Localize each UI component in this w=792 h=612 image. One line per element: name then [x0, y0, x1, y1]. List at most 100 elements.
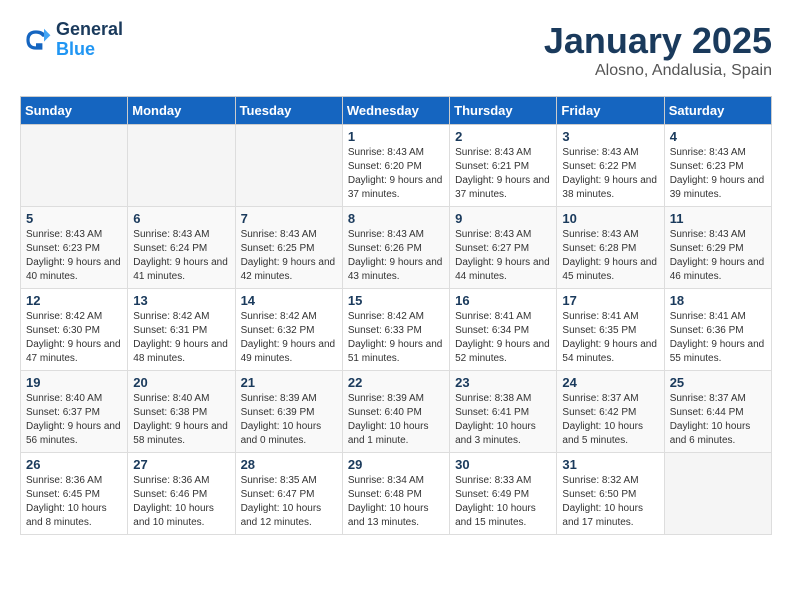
calendar-week-row: 1 Sunrise: 8:43 AM Sunset: 6:20 PM Daylig…	[21, 125, 772, 207]
day-info: Sunrise: 8:43 AM Sunset: 6:20 PM Dayligh…	[348, 146, 444, 202]
day-info: Sunrise: 8:42 AM Sunset: 6:31 PM Dayligh…	[133, 310, 229, 366]
day-number: 20	[133, 375, 229, 390]
calendar-day-cell: 2Sunrise: 8:43 AM Sunset: 6:21 PM Daylig…	[450, 125, 557, 207]
calendar-day-cell: 12Sunrise: 8:42 AM Sunset: 6:30 PM Dayli…	[21, 289, 128, 371]
day-info: Sunrise: 8:43 AM Sunset: 6:22 PM Dayligh…	[562, 146, 658, 202]
calendar-day-cell: 10 Sunrise: 8:43 AM Sunset: 6:28 PM Dayli…	[557, 207, 664, 289]
day-number: 27	[133, 457, 229, 472]
calendar-empty-cell	[235, 125, 342, 207]
weekday-header-friday: Friday	[557, 97, 664, 125]
day-number: 21	[241, 375, 337, 390]
day-info: Sunrise: 8:40 AM Sunset: 6:37 PM Dayligh…	[26, 392, 122, 448]
day-info: Sunrise: 8:43 AM Sunset: 6:23 PM Dayligh…	[670, 146, 766, 202]
day-info: Sunrise: 8:37 AM Sunset: 6:42 PM Dayligh…	[562, 392, 658, 448]
calendar-day-cell: 1 Sunrise: 8:43 AM Sunset: 6:20 PM Daylig…	[342, 125, 449, 207]
day-number: 24	[562, 375, 658, 390]
day-info: Sunrise: 8:38 AM Sunset: 6:41 PM Dayligh…	[455, 392, 551, 448]
day-number: 25	[670, 375, 766, 390]
calendar-day-cell: 4 Sunrise: 8:43 AM Sunset: 6:23 PM Daylig…	[664, 125, 771, 207]
day-info: Sunrise: 8:41 AM Sunset: 6:36 PM Dayligh…	[670, 310, 766, 366]
day-number: 9	[455, 211, 551, 226]
day-info: Sunrise: 8:33 AM Sunset: 6:49 PM Dayligh…	[455, 474, 551, 530]
calendar-day-cell: 13 Sunrise: 8:42 AM Sunset: 6:31 PM Dayli…	[128, 289, 235, 371]
calendar-week-row: 5Sunrise: 8:43 AM Sunset: 6:23 PM Daylig…	[21, 207, 772, 289]
day-info: Sunrise: 8:42 AM Sunset: 6:33 PM Dayligh…	[348, 310, 444, 366]
day-number: 23	[455, 375, 551, 390]
day-number: 16	[455, 293, 551, 308]
calendar-day-cell: 21 Sunrise: 8:39 AM Sunset: 6:39 PM Dayli…	[235, 371, 342, 453]
title-block: January 2025 Alosno, Andalusia, Spain	[544, 20, 772, 80]
calendar-day-cell: 11Sunrise: 8:43 AM Sunset: 6:29 PM Dayli…	[664, 207, 771, 289]
calendar-day-cell: 17 Sunrise: 8:41 AM Sunset: 6:35 PM Dayli…	[557, 289, 664, 371]
day-number: 29	[348, 457, 444, 472]
day-number: 5	[26, 211, 122, 226]
day-info: Sunrise: 8:43 AM Sunset: 6:25 PM Dayligh…	[241, 228, 337, 284]
day-number: 17	[562, 293, 658, 308]
day-info: Sunrise: 8:41 AM Sunset: 6:34 PM Dayligh…	[455, 310, 551, 366]
weekday-header-thursday: Thursday	[450, 97, 557, 125]
calendar-day-cell: 24 Sunrise: 8:37 AM Sunset: 6:42 PM Dayli…	[557, 371, 664, 453]
calendar-day-cell: 25Sunrise: 8:37 AM Sunset: 6:44 PM Dayli…	[664, 371, 771, 453]
day-info: Sunrise: 8:35 AM Sunset: 6:47 PM Dayligh…	[241, 474, 337, 530]
day-info: Sunrise: 8:43 AM Sunset: 6:27 PM Dayligh…	[455, 228, 551, 284]
day-info: Sunrise: 8:39 AM Sunset: 6:40 PM Dayligh…	[348, 392, 444, 448]
calendar-day-cell: 9 Sunrise: 8:43 AM Sunset: 6:27 PM Daylig…	[450, 207, 557, 289]
calendar-week-row: 12Sunrise: 8:42 AM Sunset: 6:30 PM Dayli…	[21, 289, 772, 371]
day-number: 15	[348, 293, 444, 308]
calendar-day-cell: 22 Sunrise: 8:39 AM Sunset: 6:40 PM Dayli…	[342, 371, 449, 453]
calendar-day-cell: 8 Sunrise: 8:43 AM Sunset: 6:26 PM Daylig…	[342, 207, 449, 289]
calendar-empty-cell	[21, 125, 128, 207]
day-number: 7	[241, 211, 337, 226]
day-number: 4	[670, 129, 766, 144]
calendar-table: SundayMondayTuesdayWednesdayThursdayFrid…	[20, 96, 772, 535]
day-info: Sunrise: 8:34 AM Sunset: 6:48 PM Dayligh…	[348, 474, 444, 530]
day-info: Sunrise: 8:43 AM Sunset: 6:21 PM Dayligh…	[455, 146, 551, 202]
day-number: 18	[670, 293, 766, 308]
calendar-day-cell: 30 Sunrise: 8:33 AM Sunset: 6:49 PM Dayli…	[450, 453, 557, 535]
day-number: 13	[133, 293, 229, 308]
weekday-header-wednesday: Wednesday	[342, 97, 449, 125]
calendar-day-cell: 3 Sunrise: 8:43 AM Sunset: 6:22 PM Daylig…	[557, 125, 664, 207]
weekday-header-saturday: Saturday	[664, 97, 771, 125]
day-info: Sunrise: 8:42 AM Sunset: 6:32 PM Dayligh…	[241, 310, 337, 366]
calendar-day-cell: 6 Sunrise: 8:43 AM Sunset: 6:24 PM Daylig…	[128, 207, 235, 289]
day-number: 8	[348, 211, 444, 226]
calendar-day-cell: 18 Sunrise: 8:41 AM Sunset: 6:36 PM Dayli…	[664, 289, 771, 371]
calendar-day-cell: 29 Sunrise: 8:34 AM Sunset: 6:48 PM Dayli…	[342, 453, 449, 535]
day-info: Sunrise: 8:43 AM Sunset: 6:24 PM Dayligh…	[133, 228, 229, 284]
day-number: 14	[241, 293, 337, 308]
day-number: 10	[562, 211, 658, 226]
day-number: 31	[562, 457, 658, 472]
weekday-header-monday: Monday	[128, 97, 235, 125]
calendar-day-cell: 5Sunrise: 8:43 AM Sunset: 6:23 PM Daylig…	[21, 207, 128, 289]
calendar-empty-cell	[664, 453, 771, 535]
day-info: Sunrise: 8:43 AM Sunset: 6:28 PM Dayligh…	[562, 228, 658, 284]
calendar-subtitle: Alosno, Andalusia, Spain	[544, 62, 772, 80]
calendar-day-cell: 26Sunrise: 8:36 AM Sunset: 6:45 PM Dayli…	[21, 453, 128, 535]
calendar-day-cell: 31 Sunrise: 8:32 AM Sunset: 6:50 PM Dayli…	[557, 453, 664, 535]
calendar-day-cell: 20Sunrise: 8:40 AM Sunset: 6:38 PM Dayli…	[128, 371, 235, 453]
weekday-header-tuesday: Tuesday	[235, 97, 342, 125]
day-info: Sunrise: 8:32 AM Sunset: 6:50 PM Dayligh…	[562, 474, 658, 530]
day-number: 19	[26, 375, 122, 390]
logo-icon	[20, 24, 52, 56]
calendar-day-cell: 7 Sunrise: 8:43 AM Sunset: 6:25 PM Daylig…	[235, 207, 342, 289]
day-info: Sunrise: 8:41 AM Sunset: 6:35 PM Dayligh…	[562, 310, 658, 366]
calendar-day-cell: 16 Sunrise: 8:41 AM Sunset: 6:34 PM Dayli…	[450, 289, 557, 371]
calendar-day-cell: 19 Sunrise: 8:40 AM Sunset: 6:37 PM Dayli…	[21, 371, 128, 453]
calendar-day-cell: 27 Sunrise: 8:36 AM Sunset: 6:46 PM Dayli…	[128, 453, 235, 535]
day-info: Sunrise: 8:39 AM Sunset: 6:39 PM Dayligh…	[241, 392, 337, 448]
day-info: Sunrise: 8:36 AM Sunset: 6:46 PM Dayligh…	[133, 474, 229, 530]
day-number: 6	[133, 211, 229, 226]
day-number: 12	[26, 293, 122, 308]
day-info: Sunrise: 8:43 AM Sunset: 6:26 PM Dayligh…	[348, 228, 444, 284]
calendar-day-cell: 28 Sunrise: 8:35 AM Sunset: 6:47 PM Dayli…	[235, 453, 342, 535]
day-number: 28	[241, 457, 337, 472]
day-number: 30	[455, 457, 551, 472]
day-number: 22	[348, 375, 444, 390]
day-number: 1	[348, 129, 444, 144]
day-number: 11	[670, 211, 766, 226]
day-number: 3	[562, 129, 658, 144]
logo-line1: General	[56, 20, 123, 40]
calendar-empty-cell	[128, 125, 235, 207]
